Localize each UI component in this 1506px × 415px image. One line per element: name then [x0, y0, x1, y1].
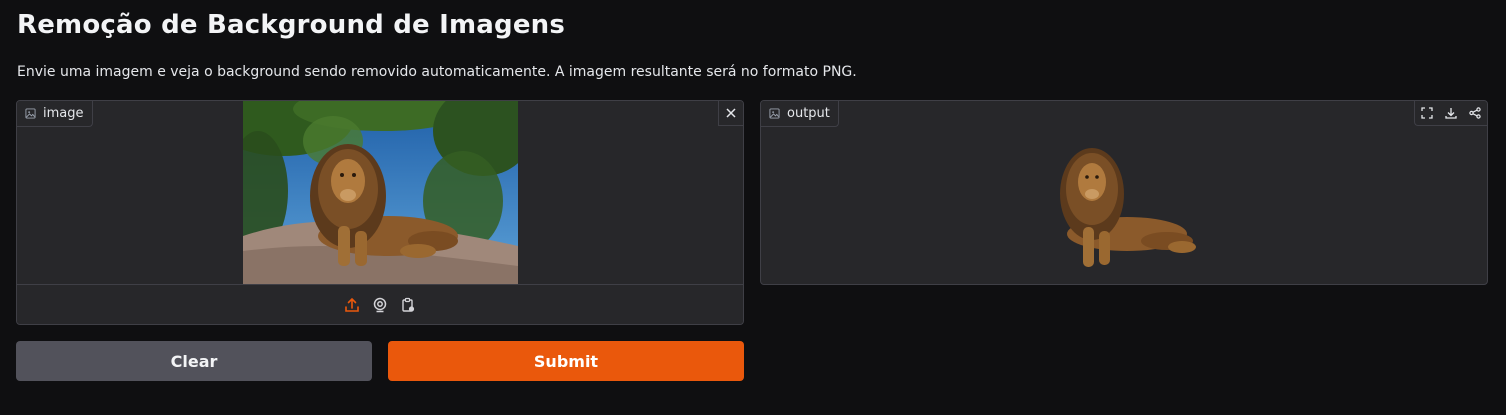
close-icon [726, 108, 736, 118]
clipboard-source-button[interactable] [399, 296, 417, 314]
output-lion-image [1047, 139, 1207, 279]
image-output-panel: output [760, 100, 1488, 285]
clear-image-button[interactable] [718, 101, 743, 126]
image-output-label-text: output [787, 106, 830, 121]
fullscreen-icon [1421, 107, 1433, 119]
input-lion-image [243, 101, 518, 284]
webcam-source-button[interactable] [371, 296, 389, 314]
webcam-icon [373, 297, 387, 313]
output-actions [1414, 101, 1487, 126]
page-description: Envie uma imagem e veja o background sen… [17, 64, 857, 80]
source-selector [17, 284, 743, 324]
image-icon [25, 108, 36, 119]
clipboard-icon [402, 297, 415, 312]
submit-button[interactable]: Submit [388, 341, 744, 381]
upload-icon [345, 297, 359, 312]
image-input-label: image [17, 101, 93, 127]
image-input-panel[interactable]: image [16, 100, 744, 325]
image-preview-area[interactable] [17, 101, 743, 284]
download-button[interactable] [1439, 101, 1463, 125]
download-icon [1445, 108, 1457, 119]
share-button[interactable] [1463, 101, 1487, 125]
clear-button[interactable]: Clear [16, 341, 372, 381]
fullscreen-button[interactable] [1415, 101, 1439, 125]
image-icon [769, 108, 780, 119]
image-output-label: output [761, 101, 839, 127]
page-title: Remoção de Background de Imagens [17, 10, 566, 40]
share-icon [1469, 107, 1481, 119]
upload-source-button[interactable] [343, 296, 361, 314]
image-input-label-text: image [43, 106, 84, 121]
